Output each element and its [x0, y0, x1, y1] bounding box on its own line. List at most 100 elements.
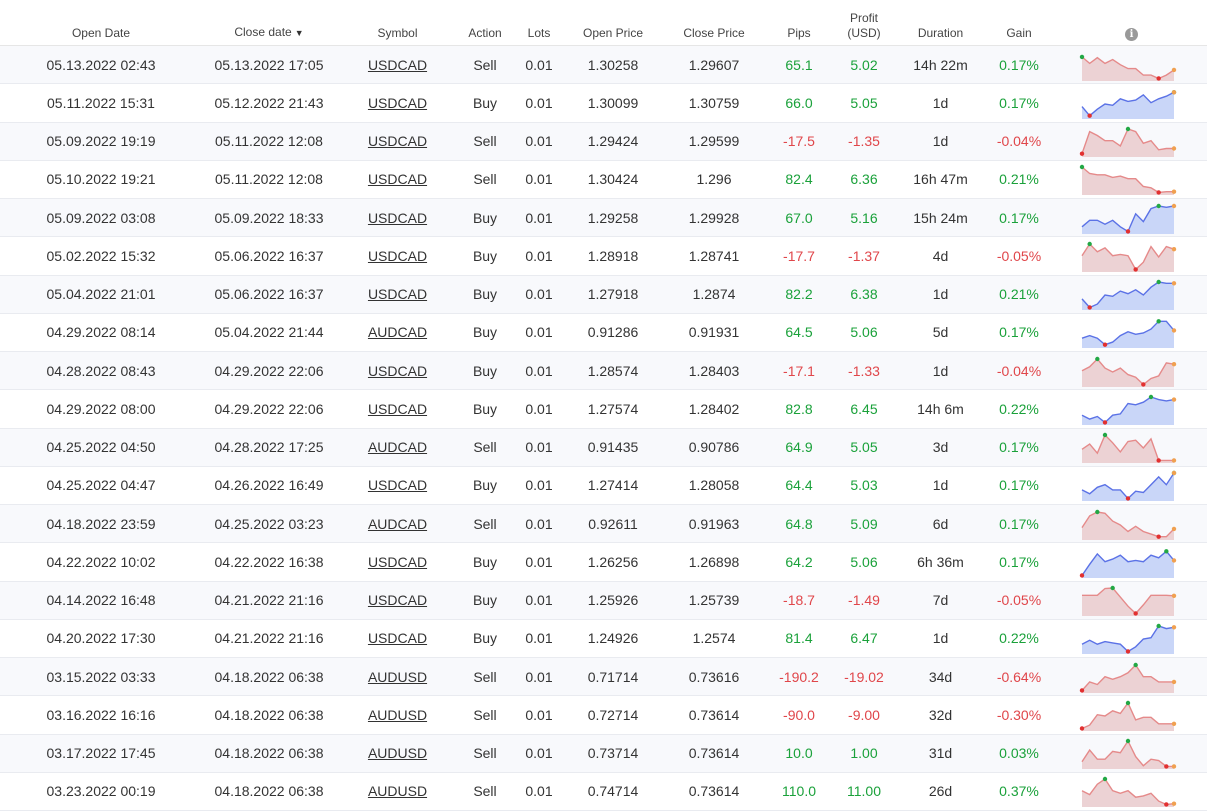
header-close-date[interactable]: Close date ▼ [202, 0, 336, 46]
symbol-link[interactable]: USDCAD [368, 210, 427, 226]
table-row[interactable]: 04.18.2022 23:59 04.25.2022 03:23 AUDCAD Se… [0, 504, 1207, 544]
symbol-link[interactable]: AUDUSD [368, 783, 427, 799]
close-price-cell: 1.28402 [659, 389, 769, 429]
table-row[interactable]: 03.17.2022 17:45 04.18.2022 06:38 AUDUSD Se… [0, 734, 1207, 773]
header-duration[interactable]: Duration [899, 0, 982, 46]
sparkline-max-marker [1125, 700, 1130, 706]
open-date-cell: 03.15.2022 03:33 [0, 657, 202, 697]
pips-cell: 110.0 [769, 772, 829, 811]
symbol-link[interactable]: USDCAD [368, 95, 427, 111]
close-date-cell: 04.18.2022 06:38 [202, 657, 336, 697]
table-row[interactable]: 05.13.2022 02:43 05.13.2022 17:05 USDCAD Se… [0, 45, 1207, 85]
table-row[interactable]: 04.25.2022 04:50 04.28.2022 17:25 AUDCAD Se… [0, 428, 1207, 467]
symbol-link[interactable]: AUDUSD [368, 745, 427, 761]
duration-cell: 1d [899, 83, 982, 123]
open-date-cell: 04.20.2022 17:30 [0, 619, 202, 659]
table-row[interactable]: 04.29.2022 08:00 04.29.2022 22:06 USDCAD Bu… [0, 389, 1207, 429]
action-cell: Buy [459, 83, 511, 123]
lots-cell: 0.01 [511, 428, 567, 467]
sparkline-area [1081, 92, 1174, 119]
sparkline-min-marker [1079, 573, 1084, 578]
header-close-price[interactable]: Close Price [659, 0, 769, 46]
symbol-link[interactable]: USDCAD [368, 401, 427, 417]
symbol-link[interactable]: USDCAD [368, 57, 427, 73]
sparkline-end-marker [1171, 764, 1176, 769]
gain-cell: -0.04% [982, 122, 1056, 161]
symbol-link[interactable]: AUDCAD [368, 324, 427, 340]
duration-cell: 6h 36m [899, 542, 982, 582]
lots-cell: 0.01 [511, 275, 567, 314]
table-row[interactable]: 04.29.2022 08:14 05.04.2022 21:44 AUDCAD Bu… [0, 313, 1207, 353]
gain-cell: 0.37% [982, 772, 1056, 811]
header-action[interactable]: Action [459, 0, 511, 46]
symbol-link[interactable]: USDCAD [368, 363, 427, 379]
table-row[interactable]: 05.09.2022 03:08 05.09.2022 18:33 USDCAD Bu… [0, 198, 1207, 238]
sparkline-end-marker [1171, 189, 1176, 195]
header-pips[interactable]: Pips [769, 0, 829, 46]
symbol-link[interactable]: USDCAD [368, 248, 427, 264]
pips-cell: 67.0 [769, 198, 829, 238]
header-lots-label: Lots [527, 26, 551, 40]
table-row[interactable]: 05.04.2022 21:01 05.06.2022 16:37 USDCAD Bu… [0, 275, 1207, 314]
table-row[interactable]: 04.14.2022 16:48 04.21.2022 21:16 USDCAD Bu… [0, 581, 1207, 620]
sort-desc-icon[interactable]: ▼ [295, 28, 304, 38]
table-row[interactable]: 05.11.2022 15:31 05.12.2022 21:43 USDCAD Bu… [0, 83, 1207, 123]
action-cell: Sell [459, 45, 511, 85]
sparkline-end-marker [1171, 397, 1176, 402]
symbol-link[interactable]: USDCAD [368, 630, 427, 646]
symbol-link[interactable]: USDCAD [368, 171, 427, 187]
symbol-link[interactable]: AUDUSD [368, 707, 427, 723]
gain-cell: -0.05% [982, 236, 1056, 276]
sparkline-max-marker [1094, 356, 1100, 361]
header-gain[interactable]: Gain [982, 0, 1056, 46]
trade-sparkline-cell [1056, 83, 1207, 123]
table-row[interactable]: 04.22.2022 10:02 04.22.2022 16:38 USDCAD Bu… [0, 542, 1207, 582]
trade-sparkline [1080, 738, 1176, 770]
sparkline-max-marker [1079, 165, 1084, 170]
pips-cell: 65.1 [769, 45, 829, 85]
gain-cell: -0.05% [982, 581, 1056, 620]
table-row[interactable]: 05.10.2022 19:21 05.11.2022 12:08 USDCAD Se… [0, 160, 1207, 200]
table-row[interactable]: 03.23.2022 00:19 04.18.2022 06:38 AUDUSD Se… [0, 772, 1207, 811]
symbol-link[interactable]: USDCAD [368, 592, 427, 608]
header-open-price[interactable]: Open Price [567, 0, 659, 46]
info-icon[interactable]: i [1125, 28, 1138, 41]
table-row[interactable]: 05.02.2022 15:32 05.06.2022 16:37 USDCAD Bu… [0, 236, 1207, 276]
sparkline-max-marker [1155, 203, 1161, 208]
symbol-link[interactable]: USDCAD [368, 133, 427, 149]
table-row[interactable]: 03.16.2022 16:16 04.18.2022 06:38 AUDUSD Se… [0, 695, 1207, 735]
header-symbol[interactable]: Symbol [336, 0, 459, 46]
symbol-link[interactable]: AUDUSD [368, 669, 427, 685]
pips-cell: 66.0 [769, 83, 829, 123]
table-row[interactable]: 04.20.2022 17:30 04.21.2022 21:16 USDCAD Bu… [0, 619, 1207, 659]
close-date-cell: 04.21.2022 21:16 [202, 619, 336, 659]
header-profit[interactable]: Profit (USD) [829, 0, 899, 46]
pips-cell: -18.7 [769, 581, 829, 620]
duration-cell: 34d [899, 657, 982, 697]
symbol-link[interactable]: USDCAD [368, 477, 427, 493]
table-row[interactable]: 03.15.2022 03:33 04.18.2022 06:38 AUDUSD Se… [0, 657, 1207, 697]
sparkline-end-marker [1171, 203, 1176, 208]
symbol-link[interactable]: AUDCAD [368, 439, 427, 455]
sparkline-end-marker [1171, 458, 1176, 463]
header-lots[interactable]: Lots [511, 0, 567, 46]
trade-sparkline [1081, 394, 1176, 425]
header-close-date-label: Close date [234, 25, 292, 39]
symbol-link[interactable]: USDCAD [368, 286, 427, 302]
table-row[interactable]: 05.09.2022 19:19 05.11.2022 12:08 USDCAD Se… [0, 122, 1207, 161]
trade-sparkline [1081, 624, 1176, 655]
header-open-date[interactable]: Open Date [0, 0, 202, 46]
symbol-cell: USDCAD [336, 275, 459, 314]
profit-cell: 5.05 [829, 83, 899, 123]
duration-cell: 32d [899, 695, 982, 735]
pips-cell: 82.4 [769, 160, 829, 200]
symbol-link[interactable]: USDCAD [368, 554, 427, 570]
lots-cell: 0.01 [511, 504, 567, 544]
symbol-link[interactable]: AUDCAD [368, 516, 427, 532]
table-row[interactable]: 04.28.2022 08:43 04.29.2022 22:06 USDCAD Bu… [0, 351, 1207, 391]
pips-cell: 64.2 [769, 542, 829, 582]
trade-sparkline [1079, 662, 1176, 693]
close-price-cell: 1.30759 [659, 83, 769, 123]
table-row[interactable]: 04.25.2022 04:47 04.26.2022 16:49 USDCAD Bu… [0, 466, 1207, 506]
sparkline-min-marker [1079, 726, 1084, 731]
